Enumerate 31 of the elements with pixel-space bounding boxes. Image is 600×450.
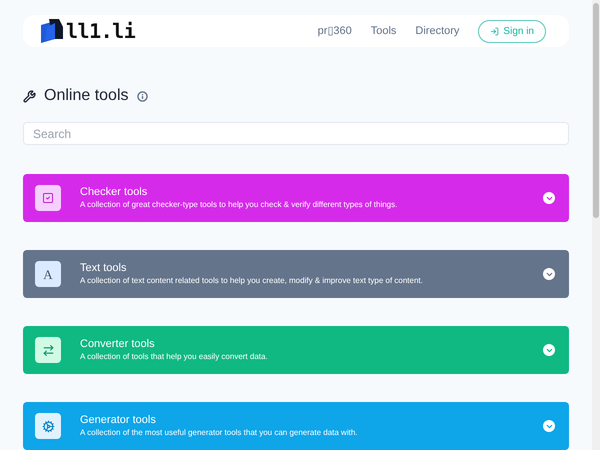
- category-title: Generator tools: [80, 415, 157, 426]
- category-card[interactable]: Generator tools A collection of the most useful generator tools that you can generate data with.: [23, 402, 569, 450]
- sign-in-icon: [490, 26, 500, 36]
- category-card[interactable]: Converter tools A collection of tools that help you easily convert data.: [23, 326, 569, 374]
- nav-link[interactable]: pr▯360: [318, 22, 352, 40]
- letter-icon: A: [43, 268, 53, 280]
- nav-link[interactable]: Tools: [370, 22, 396, 40]
- expand-button[interactable]: [543, 268, 555, 280]
- checkbox-icon: [42, 192, 54, 204]
- category-description: A collection of text content related tools to help you create, modify & improve text type of content.: [80, 277, 423, 285]
- category-description: A collection of great checker-type tools to help you check & verify different types of things.: [80, 201, 398, 209]
- category-description: A collection of the most useful generator tools that you can generate data with.: [80, 429, 358, 437]
- logo-text: ll1.li: [66, 21, 136, 42]
- swap-arrows-icon: [42, 344, 54, 356]
- info-icon: [136, 90, 148, 102]
- category-title: Checker tools: [80, 187, 148, 198]
- page-title: Online tools: [44, 86, 128, 106]
- expand-button[interactable]: [543, 420, 555, 432]
- category-description: A collection of tools that help you easily convert data.: [80, 353, 268, 361]
- nav-link[interactable]: Directory: [415, 22, 460, 40]
- search-field[interactable]: Search: [23, 122, 569, 145]
- scrollbar[interactable]: [592, 0, 600, 450]
- category-card[interactable]: A Text tools A collection of text content related tools to help you create, modify & improve text type of content.: [23, 250, 569, 298]
- expand-button[interactable]: [543, 192, 555, 204]
- category-title: Converter tools: [80, 339, 156, 350]
- tools-icon: [23, 90, 36, 103]
- expand-button[interactable]: [543, 344, 555, 356]
- category-card[interactable]: Checker tools A collection of great checker-type tools to help you check & verify different types of things.: [23, 174, 569, 222]
- logo-icon: [41, 19, 63, 44]
- sign-in-button[interactable]: Sign in: [478, 20, 546, 43]
- category-title: Text tools: [80, 263, 128, 274]
